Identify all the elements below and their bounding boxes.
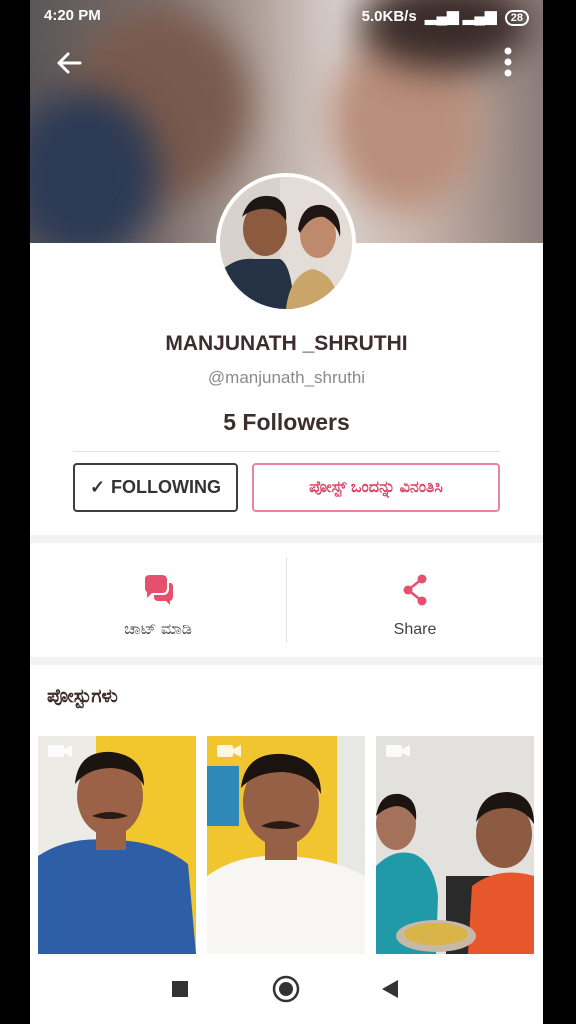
signal-icon: ▂▄▆ ▂▄▆ — [420, 8, 497, 25]
profile-name: MANJUNATH _SHRUTHI — [165, 332, 408, 355]
section-separator — [30, 657, 543, 665]
posts-heading: ಪೋಸ್ಟುಗಳು — [47, 686, 118, 707]
video-camera-icon — [217, 744, 241, 763]
network-speed: 5.0KB/s — [361, 8, 417, 25]
profile-screen: 4:20 PM 5.0KB/s ▂▄▆ ▂▄▆ 28 MANJUNATH _SH… — [30, 0, 543, 1024]
followers-count[interactable]: 5 Followers — [30, 409, 543, 436]
divider — [73, 451, 500, 452]
system-nav-bar — [30, 954, 543, 1024]
back-arrow-icon[interactable] — [52, 46, 86, 80]
share-icon — [400, 573, 430, 607]
more-vert-icon[interactable] — [493, 44, 523, 80]
action-row: ಚಾಟ್ ಮಾಡಿ Share — [30, 543, 543, 657]
video-camera-icon — [386, 744, 410, 763]
checkmark-icon: ✓ — [89, 477, 106, 497]
back-triangle-nav-icon[interactable] — [380, 979, 400, 1004]
post-thumbnail[interactable] — [207, 736, 365, 954]
post-thumbnail[interactable] — [376, 736, 534, 954]
square-nav-icon[interactable] — [171, 980, 189, 1003]
chat-bubbles-icon — [141, 573, 175, 607]
chat-label: ಚಾಟ್ ಮಾಡಿ — [124, 621, 192, 638]
status-right: 5.0KB/s ▂▄▆ ▂▄▆ 28 — [362, 7, 529, 26]
battery-icon: 28 — [504, 10, 529, 26]
section-separator — [30, 535, 543, 543]
request-post-button[interactable]: ಪೋಸ್ಟ್ ಒಂದನ್ನು ವಿನಂತಿಸಿ — [252, 463, 500, 512]
avatar[interactable] — [216, 173, 356, 313]
profile-handle: @manjunath_shruthi — [207, 368, 366, 387]
following-button[interactable]: ✓ FOLLOWING — [73, 463, 238, 512]
post-thumbnail[interactable] — [38, 736, 196, 954]
following-label: FOLLOWING — [111, 477, 222, 497]
share-button[interactable]: Share — [287, 543, 543, 657]
video-camera-icon — [48, 744, 72, 763]
share-label: Share — [393, 621, 437, 638]
request-post-label: ಪೋಸ್ಟ್ ಒಂದನ್ನು ವಿನಂತಿಸಿ — [309, 478, 443, 496]
status-time: 4:20 PM — [44, 7, 101, 24]
home-circle-nav-icon[interactable] — [272, 975, 300, 1008]
status-bar: 4:20 PM 5.0KB/s ▂▄▆ ▂▄▆ 28 — [30, 0, 543, 32]
chat-button[interactable]: ಚಾಟ್ ಮಾಡಿ — [30, 543, 286, 657]
